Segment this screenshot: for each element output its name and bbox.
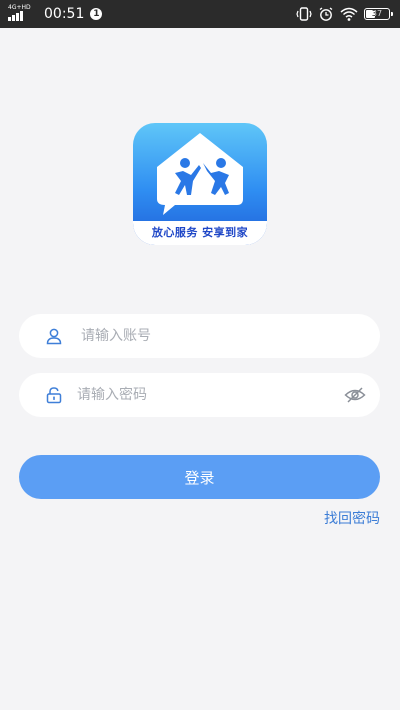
- eye-off-icon[interactable]: [344, 385, 366, 405]
- house-people-icon: [157, 133, 243, 215]
- notification-badge: 1: [90, 8, 103, 20]
- alarm-icon: [319, 7, 333, 21]
- user-icon: [46, 328, 62, 345]
- vibrate-icon: [296, 7, 312, 21]
- signal-bars-icon: [8, 11, 23, 21]
- logo-slogan: 放心服务 安享到家: [133, 221, 267, 245]
- password-field[interactable]: [19, 373, 380, 417]
- login-button[interactable]: 登录: [19, 455, 380, 499]
- battery-icon: 37: [364, 8, 393, 20]
- status-bar-right: 37: [296, 6, 393, 22]
- account-input[interactable]: [81, 314, 331, 358]
- signal-indicator: 4G+HD: [8, 4, 38, 23]
- clock: 00:51: [44, 6, 85, 22]
- forgot-password-link[interactable]: 找回密码: [324, 508, 380, 528]
- status-bar-left: 4G+HD 00:51 1: [8, 4, 103, 23]
- status-bar: 4G+HD 00:51 1 37: [0, 0, 400, 28]
- wifi-icon: [340, 7, 358, 21]
- battery-level: 37: [371, 9, 383, 18]
- account-field[interactable]: [19, 314, 380, 358]
- lock-icon: [46, 387, 62, 404]
- password-input[interactable]: [77, 373, 327, 417]
- app-logo: 放心服务 安享到家: [133, 123, 267, 245]
